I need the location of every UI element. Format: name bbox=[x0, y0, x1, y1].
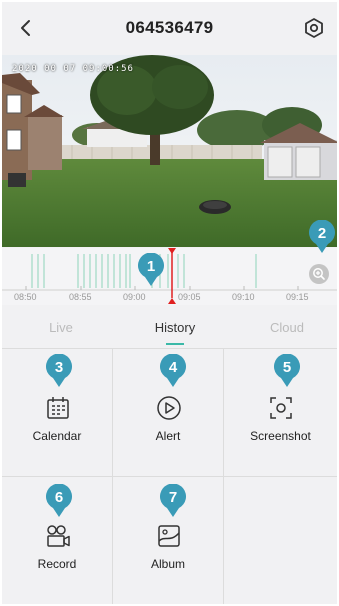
camera-video-preview[interactable]: 2020 00 07 09:00:56 bbox=[2, 55, 337, 247]
callout-badge-5: 5 bbox=[273, 353, 301, 388]
video-camera-icon bbox=[47, 525, 70, 547]
device-title: 064536479 bbox=[125, 18, 214, 37]
alert-label: Alert bbox=[155, 429, 181, 443]
callout-badge-7: 7 bbox=[159, 483, 187, 518]
timeline-tick-label: 09:00 bbox=[123, 292, 146, 302]
screenshot-icon bbox=[270, 397, 292, 419]
backyard-scene-image bbox=[2, 55, 337, 247]
empty-cell bbox=[224, 477, 337, 604]
calendar-label: Calendar bbox=[32, 429, 82, 443]
video-timestamp: 2020 00 07 09:00:56 bbox=[12, 64, 134, 74]
zoom-in-icon[interactable] bbox=[308, 263, 330, 285]
record-label: Record bbox=[37, 557, 77, 571]
calendar-icon bbox=[47, 397, 69, 419]
tab-history[interactable]: History bbox=[120, 320, 230, 335]
screenshot-label: Screenshot bbox=[250, 429, 311, 443]
callout-badge-2: 2 bbox=[308, 219, 336, 254]
timeline-tick-label: 09:10 bbox=[232, 292, 255, 302]
timeline-tick-label: 09:05 bbox=[178, 292, 201, 302]
tab-cloud[interactable]: Cloud bbox=[232, 320, 337, 335]
playback-timeline[interactable]: 08:50 08:55 09:00 09:05 09:10 09:15 bbox=[2, 248, 337, 305]
album-icon bbox=[158, 525, 180, 547]
app-screen: 064536479 2020 00 07 09:00:56 08:50 08:5… bbox=[2, 2, 337, 604]
callout-badge-3: 3 bbox=[45, 353, 73, 388]
timeline-tick-label: 09:15 bbox=[286, 292, 309, 302]
callout-badge-6: 6 bbox=[45, 483, 73, 518]
callout-badge-1: 1 bbox=[137, 252, 165, 287]
play-circle-icon bbox=[157, 396, 181, 420]
active-tab-indicator bbox=[166, 343, 184, 345]
mode-tabs: Live History Cloud bbox=[2, 308, 337, 348]
timeline-tick-label: 08:50 bbox=[14, 292, 37, 302]
chevron-left-icon[interactable] bbox=[16, 18, 36, 38]
settings-icon[interactable] bbox=[303, 17, 325, 39]
timeline-tick-label: 08:55 bbox=[69, 292, 92, 302]
top-bar: 064536479 bbox=[2, 2, 337, 54]
album-label: Album bbox=[150, 557, 185, 571]
callout-badge-4: 4 bbox=[159, 353, 187, 388]
tab-live[interactable]: Live bbox=[6, 320, 116, 335]
